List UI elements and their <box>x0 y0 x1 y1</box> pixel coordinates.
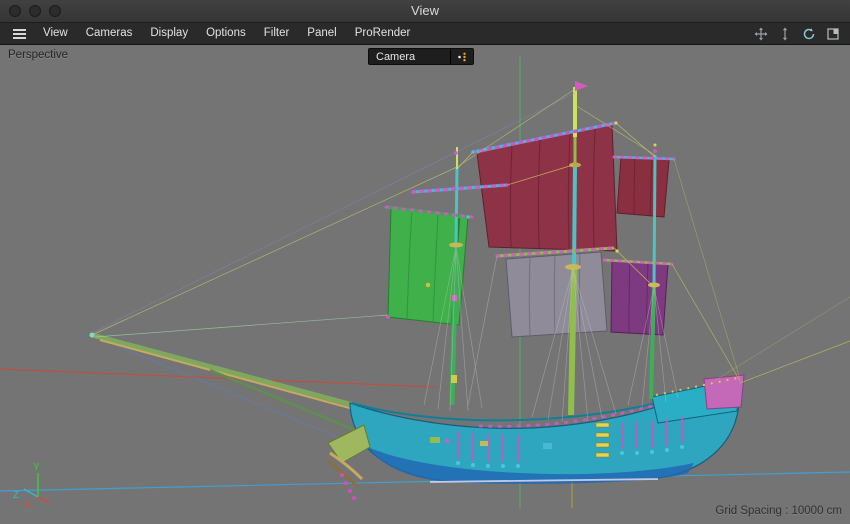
titlebar: View <box>0 0 850 23</box>
pan-icon[interactable] <box>754 27 768 41</box>
view-window: View View Cameras Display Options Filter… <box>0 0 850 524</box>
view-mode-label: Perspective <box>8 49 68 61</box>
rigging <box>92 89 850 422</box>
sail-red-main <box>477 124 617 251</box>
camera-dropdown[interactable]: Camera <box>368 48 474 65</box>
menu-prorender[interactable]: ProRender <box>346 23 420 44</box>
axis-z-label: Z <box>13 490 19 501</box>
axis-x-label: X <box>24 500 31 511</box>
sails <box>388 124 669 337</box>
axis-y-label: Y <box>33 462 40 473</box>
bowsprit <box>90 333 369 444</box>
viewport[interactable]: Y Z X Perspective Camera Grid Spacing : … <box>0 45 850 524</box>
zoom-button[interactable] <box>49 5 61 17</box>
traffic-lights <box>0 5 61 17</box>
close-button[interactable] <box>9 5 21 17</box>
viewport-canvas[interactable]: Y Z X <box>0 45 850 524</box>
ship-model <box>90 81 850 500</box>
menu-icon[interactable] <box>0 29 34 39</box>
dolly-icon[interactable] <box>778 27 792 41</box>
window-title: View <box>0 0 850 22</box>
camera-axis-icon[interactable] <box>450 49 473 64</box>
sail-red-mizzen <box>617 157 669 217</box>
minimize-button[interactable] <box>29 5 41 17</box>
menu-options[interactable]: Options <box>197 23 255 44</box>
menu-view[interactable]: View <box>34 23 77 44</box>
menu-filter[interactable]: Filter <box>255 23 299 44</box>
sail-purple <box>611 260 668 335</box>
viewport-nav-icons <box>754 27 850 41</box>
camera-dropdown-value: Camera <box>369 51 450 63</box>
menu-display[interactable]: Display <box>141 23 197 44</box>
rotate-icon[interactable] <box>802 27 816 41</box>
viewport-menubar: View Cameras Display Options Filter Pane… <box>0 23 850 45</box>
toggle-views-icon[interactable] <box>826 27 840 41</box>
grid-spacing-label: Grid Spacing : 10000 cm <box>715 505 842 517</box>
hull <box>328 375 744 500</box>
menu-cameras[interactable]: Cameras <box>77 23 142 44</box>
menu-panel[interactable]: Panel <box>298 23 345 44</box>
sail-gray <box>506 252 607 337</box>
axis-gizmo: Y Z X <box>13 462 50 511</box>
